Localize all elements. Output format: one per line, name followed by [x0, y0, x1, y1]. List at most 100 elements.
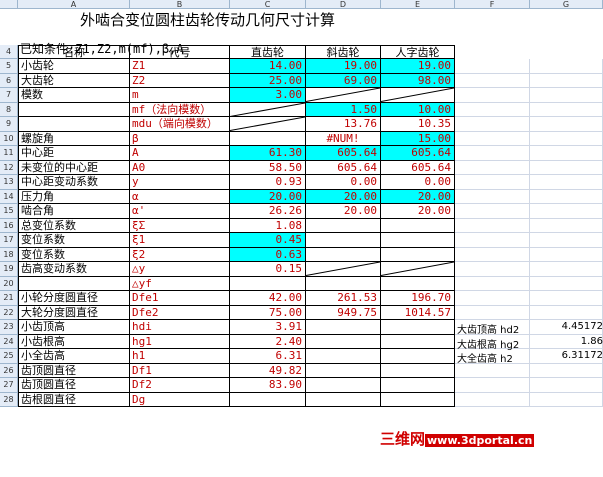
empty-cell[interactable] — [455, 291, 530, 306]
empty-cell[interactable] — [455, 262, 530, 277]
value-helical[interactable]: 1.50 — [306, 102, 381, 117]
empty-cell[interactable] — [530, 131, 603, 146]
row-symbol[interactable]: Z2 — [130, 73, 230, 88]
value-helical[interactable] — [306, 262, 381, 277]
row-symbol[interactable]: ξ1 — [130, 233, 230, 248]
row-symbol[interactable]: Dfe1 — [130, 291, 230, 306]
row-name[interactable]: 大轮分度圆直径 — [18, 305, 130, 320]
value-spur[interactable]: 0.15 — [230, 262, 306, 277]
value-helical[interactable]: #NUM! — [306, 131, 381, 146]
value-helical[interactable]: 69.00 — [306, 73, 381, 88]
row-symbol[interactable]: △yf — [130, 276, 230, 291]
value-spur[interactable]: 42.00 — [230, 291, 306, 306]
empty-cell[interactable] — [455, 131, 530, 146]
row-name[interactable] — [18, 276, 130, 291]
empty-cell[interactable] — [455, 160, 530, 175]
row-name[interactable]: 齿顶圆直径 — [18, 378, 130, 393]
row-header-23[interactable]: 23 — [0, 320, 18, 335]
value-herringbone[interactable] — [381, 218, 455, 233]
row-symbol[interactable]: hg1 — [130, 334, 230, 349]
row-name[interactable]: 变位系数 — [18, 247, 130, 262]
empty-cell[interactable] — [530, 117, 603, 132]
value-spur[interactable]: 75.00 — [230, 305, 306, 320]
empty-cell[interactable] — [530, 363, 603, 378]
column-header-f[interactable]: F — [455, 0, 530, 9]
row-symbol[interactable]: Z1 — [130, 59, 230, 74]
row-symbol[interactable]: Dfe2 — [130, 305, 230, 320]
row-name[interactable]: 小齿根高 — [18, 334, 130, 349]
value-helical[interactable]: 13.76 — [306, 117, 381, 132]
row-header-8[interactable]: 8 — [0, 102, 18, 117]
column-header-g[interactable]: G — [530, 0, 603, 9]
value-herringbone[interactable]: 20.00 — [381, 204, 455, 219]
row-header-20[interactable]: 20 — [0, 276, 18, 291]
row-header-16[interactable]: 16 — [0, 218, 18, 233]
row-header-24[interactable]: 24 — [0, 334, 18, 349]
empty-cell[interactable] — [455, 305, 530, 320]
row-name[interactable]: 模数 — [18, 88, 130, 103]
empty-cell[interactable] — [530, 378, 603, 393]
empty-cell[interactable] — [455, 378, 530, 393]
row-header-21[interactable]: 21 — [0, 291, 18, 306]
column-header-a[interactable]: A — [18, 0, 130, 9]
row-name[interactable]: 啮合角 — [18, 204, 130, 219]
value-spur[interactable]: 26.26 — [230, 204, 306, 219]
row-name[interactable]: 齿顶圆直径 — [18, 363, 130, 378]
value-herringbone[interactable] — [381, 262, 455, 277]
row-symbol[interactable]: α — [130, 189, 230, 204]
empty-cell[interactable] — [455, 204, 530, 219]
empty-cell[interactable] — [530, 276, 603, 291]
value-herringbone[interactable] — [381, 247, 455, 262]
value-herringbone[interactable]: 98.00 — [381, 73, 455, 88]
value-helical[interactable] — [306, 363, 381, 378]
row-name[interactable]: 齿高变动系数 — [18, 262, 130, 277]
value-spur[interactable]: 61.30 — [230, 146, 306, 161]
empty-cell[interactable] — [530, 102, 603, 117]
row-header-5[interactable]: 5 — [0, 59, 18, 74]
value-spur[interactable] — [230, 276, 306, 291]
value-helical[interactable] — [306, 247, 381, 262]
value-helical[interactable]: 605.64 — [306, 146, 381, 161]
value-spur[interactable] — [230, 131, 306, 146]
value-spur[interactable] — [230, 117, 306, 132]
value-herringbone[interactable] — [381, 392, 455, 407]
row-name[interactable] — [18, 102, 130, 117]
row-symbol[interactable]: β — [130, 131, 230, 146]
empty-cell[interactable] — [455, 117, 530, 132]
value-helical[interactable]: 0.00 — [306, 175, 381, 190]
row-header-14[interactable]: 14 — [0, 189, 18, 204]
value-herringbone[interactable]: 10.35 — [381, 117, 455, 132]
row-symbol[interactable]: △y — [130, 262, 230, 277]
value-spur[interactable]: 14.00 — [230, 59, 306, 74]
value-spur[interactable]: 20.00 — [230, 189, 306, 204]
value-spur[interactable]: 49.82 — [230, 363, 306, 378]
row-header-9[interactable]: 9 — [0, 117, 18, 132]
value-helical[interactable]: 20.00 — [306, 189, 381, 204]
empty-cell[interactable] — [530, 189, 603, 204]
value-herringbone[interactable]: 196.70 — [381, 291, 455, 306]
value-herringbone[interactable]: 10.00 — [381, 102, 455, 117]
value-herringbone[interactable] — [381, 88, 455, 103]
row-name[interactable]: 大齿轮 — [18, 73, 130, 88]
row-name[interactable]: 变位系数 — [18, 233, 130, 248]
value-herringbone[interactable]: 20.00 — [381, 189, 455, 204]
row-header-12[interactable]: 12 — [0, 160, 18, 175]
value-spur[interactable]: 3.91 — [230, 320, 306, 335]
row-symbol[interactable]: ξ2 — [130, 247, 230, 262]
empty-cell[interactable] — [530, 247, 603, 262]
row-name[interactable]: 总变位系数 — [18, 218, 130, 233]
empty-cell[interactable] — [455, 363, 530, 378]
value-spur[interactable]: 58.50 — [230, 160, 306, 175]
row-name[interactable]: 齿根圆直径 — [18, 392, 130, 407]
value-helical[interactable] — [306, 334, 381, 349]
row-header-6[interactable]: 6 — [0, 73, 18, 88]
value-helical[interactable] — [306, 88, 381, 103]
row-header-25[interactable]: 25 — [0, 349, 18, 364]
value-herringbone[interactable] — [381, 233, 455, 248]
value-helical[interactable]: 19.00 — [306, 59, 381, 74]
row-header-18[interactable]: 18 — [0, 247, 18, 262]
row-header-15[interactable]: 15 — [0, 204, 18, 219]
row-symbol[interactable]: m — [130, 88, 230, 103]
value-herringbone[interactable]: 605.64 — [381, 160, 455, 175]
column-header-d[interactable]: D — [306, 0, 381, 9]
